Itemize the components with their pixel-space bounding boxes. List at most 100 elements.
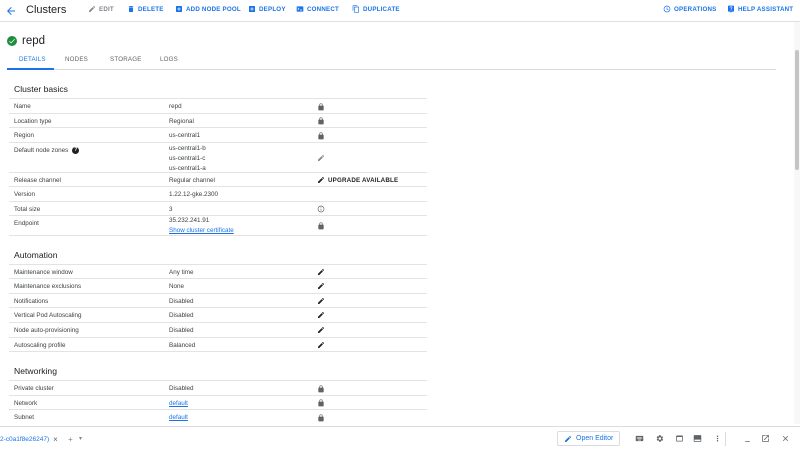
add-tab-icon[interactable]: +	[68, 435, 73, 444]
more-vert-icon[interactable]	[713, 434, 722, 443]
table-row: Name repd	[9, 98, 427, 113]
row-label: Endpoint	[14, 220, 39, 227]
row-value: us-central1-a	[169, 165, 206, 172]
table-row: Node auto-provisioning Disabled	[9, 322, 427, 337]
active-tab-indicator	[7, 68, 54, 70]
row-value: us-central1-b	[169, 145, 206, 152]
chevron-down-icon[interactable]: ▾	[79, 435, 82, 442]
pencil-icon[interactable]	[317, 282, 325, 290]
add-box-icon	[249, 6, 255, 12]
row-value: 3	[169, 206, 173, 213]
row-label: Location type	[14, 118, 52, 125]
close-icon[interactable]: ×	[53, 435, 58, 444]
table-row: Region us-central1	[9, 127, 427, 142]
lock-icon	[317, 103, 325, 111]
table-row: Subnet default	[9, 409, 427, 424]
row-label: Total size	[14, 206, 41, 213]
pencil-icon	[318, 177, 324, 183]
section-title-automation: Automation	[14, 250, 58, 260]
delete-button[interactable]: DELETE	[127, 5, 164, 13]
info-icon[interactable]	[317, 205, 325, 213]
row-label: Network	[14, 400, 38, 407]
add-node-pool-button-label: ADD NODE POOL	[186, 5, 241, 13]
tab-details[interactable]: DETAILS	[19, 56, 46, 63]
tab-nodes[interactable]: NODES	[65, 56, 88, 63]
row-label: Maintenance exclusions	[14, 283, 82, 290]
lock-icon	[317, 222, 325, 230]
operations-button-label: OPERATIONS	[674, 5, 717, 13]
row-label: Maintenance window	[14, 269, 73, 276]
row-label: Default node zones?	[14, 147, 80, 154]
table-row: Endpoint 35.232.241.91 Show cluster cert…	[9, 215, 427, 236]
duplicate-button[interactable]: DUPLICATE	[352, 5, 400, 13]
page-title: Clusters	[26, 4, 67, 16]
open-new-window-icon[interactable]	[761, 434, 770, 443]
terminal-view-icon[interactable]	[693, 434, 702, 443]
scrollbar-thumb[interactable]	[795, 50, 799, 170]
row-value: Balanced	[169, 342, 196, 349]
row-value: Disabled	[169, 327, 194, 334]
row-value: Regional	[169, 118, 194, 125]
show-cluster-certificate-link[interactable]: Show cluster certificate	[169, 227, 234, 234]
pencil-icon[interactable]	[317, 311, 325, 319]
row-value: us-central1-c	[169, 155, 206, 162]
row-value: 35.232.241.91	[169, 217, 210, 224]
trash-icon	[128, 6, 134, 12]
connect-button[interactable]: CONNECT	[296, 5, 339, 13]
table-row: Maintenance exclusions None	[9, 278, 427, 293]
open-editor-button[interactable]: Open Editor	[557, 431, 621, 446]
edit-button[interactable]: EDIT	[88, 5, 114, 13]
pencil-icon[interactable]	[317, 297, 325, 305]
upgrade-available-button[interactable]: UPGRADE AVAILABLE	[317, 176, 398, 184]
row-label: Autoscaling profile	[14, 342, 66, 349]
table-row: Maintenance window Any time	[9, 264, 427, 278]
row-label: Vertical Pod Autoscaling	[14, 312, 82, 319]
row-value: Any time	[169, 269, 194, 276]
pencil-icon	[565, 435, 571, 442]
pencil-icon[interactable]	[317, 268, 325, 276]
add-node-pool-button[interactable]: ADD NODE POOL	[175, 5, 241, 13]
tab-storage[interactable]: STORAGE	[110, 56, 142, 63]
terminal-tab[interactable]: 2-c0a1f8e26247) ×	[0, 432, 58, 446]
pencil-icon[interactable]	[317, 341, 325, 349]
keyboard-icon[interactable]	[635, 434, 644, 443]
cluster-header: repd	[7, 35, 45, 47]
subnet-link[interactable]: default	[169, 414, 188, 421]
table-row: Private cluster Disabled	[9, 380, 427, 395]
help-icon[interactable]: ?	[72, 147, 80, 154]
row-label: Notifications	[14, 298, 49, 305]
pencil-icon[interactable]	[317, 154, 325, 162]
pencil-icon[interactable]	[317, 326, 325, 334]
web-preview-icon[interactable]	[675, 434, 684, 443]
table-row: Total size 3	[9, 201, 427, 215]
table-row: Autoscaling profile Balanced	[9, 337, 427, 352]
terminal-tab-label: 2-c0a1f8e26247)	[0, 435, 50, 443]
row-label: Name	[14, 103, 31, 110]
settings-icon[interactable]	[655, 434, 664, 443]
minimize-icon[interactable]	[743, 434, 752, 443]
network-link[interactable]: default	[169, 400, 188, 407]
row-value: Disabled	[169, 298, 194, 305]
row-value: Regular channel	[169, 177, 215, 184]
deploy-button[interactable]: DEPLOY	[248, 5, 286, 13]
row-label: Region	[14, 132, 34, 139]
row-value: Disabled	[169, 312, 194, 319]
close-icon[interactable]	[781, 434, 790, 443]
tab-logs[interactable]: LOGS	[160, 56, 178, 63]
row-value: repd	[169, 103, 182, 110]
help-assistant-button[interactable]: HELP ASSISTANT	[727, 5, 793, 13]
vertical-scrollbar[interactable]	[794, 22, 800, 424]
operations-button[interactable]: OPERATIONS	[663, 5, 716, 13]
check-circle-icon	[7, 36, 17, 46]
pencil-icon	[89, 6, 95, 12]
table-row: Network default	[9, 395, 427, 409]
row-value: None	[169, 283, 185, 290]
add-box-icon	[176, 6, 182, 12]
cloud-shell-bar: 2-c0a1f8e26247) × + ▾ Open Editor	[0, 426, 800, 450]
divider	[725, 432, 726, 446]
row-label: Version	[14, 191, 36, 198]
row-value: Disabled	[169, 385, 194, 392]
table-row: Release channel Regular channel UPGRADE …	[9, 172, 427, 186]
back-arrow-icon[interactable]	[4, 4, 18, 18]
edit-button-label: EDIT	[99, 5, 114, 13]
